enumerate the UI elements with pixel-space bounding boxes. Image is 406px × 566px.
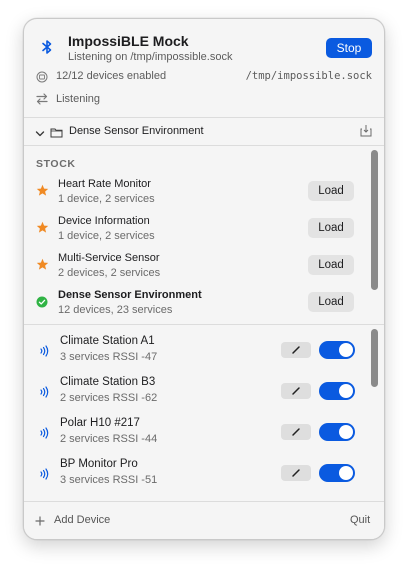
listening-subtitle: Listening on /tmp/impossible.sock <box>68 51 233 63</box>
device-detail: 3 services RSSI -51 <box>60 474 158 486</box>
bluetooth-icon <box>38 38 56 56</box>
stock-item-title: Dense Sensor Environment <box>58 289 202 301</box>
devices-enabled-count: 12/12 devices enabled <box>56 70 167 82</box>
load-button[interactable]: Load <box>308 255 354 275</box>
signal-icon <box>38 467 52 481</box>
device-chip-icon <box>36 70 48 83</box>
list-item: Dense Sensor Environment 12 devices, 23 … <box>24 286 369 322</box>
list-item: Device Information 1 device, 2 services … <box>24 212 369 248</box>
device-detail: 3 services RSSI -47 <box>60 351 158 363</box>
stock-item-title: Device Information <box>58 215 150 227</box>
device-enabled-toggle[interactable] <box>319 464 355 482</box>
list-item: Heart Rate Monitor 1 device, 2 services … <box>24 175 369 211</box>
device-row: BP Monitor Pro 3 services RSSI -51 <box>24 456 369 494</box>
devices-scrollbar-thumb[interactable] <box>371 329 378 387</box>
pencil-icon <box>292 469 300 477</box>
star-icon <box>36 258 49 271</box>
device-enabled-toggle[interactable] <box>319 423 355 441</box>
list-item: Multi-Service Sensor 2 devices, 2 servic… <box>24 249 369 285</box>
device-enabled-toggle[interactable] <box>319 341 355 359</box>
chevron-down-icon[interactable] <box>35 126 45 137</box>
pencil-icon <box>292 387 300 395</box>
quit-button[interactable]: Quit <box>350 514 370 526</box>
menu-bar-panel: ImpossiBLE Mock Listening on /tmp/imposs… <box>23 18 385 540</box>
stock-scrollbar-thumb[interactable] <box>371 150 378 290</box>
stop-button[interactable]: Stop <box>326 38 372 58</box>
device-enabled-toggle[interactable] <box>319 382 355 400</box>
device-detail: 2 services RSSI -62 <box>60 392 158 404</box>
stock-item-detail: 12 devices, 23 services <box>58 304 173 316</box>
stock-section-label: STOCK <box>36 158 76 170</box>
edit-button[interactable] <box>281 383 311 399</box>
pencil-icon <box>292 346 300 354</box>
device-detail: 2 services RSSI -44 <box>60 433 158 445</box>
divider <box>24 145 384 146</box>
pencil-icon <box>292 428 300 436</box>
device-name: Polar H10 #217 <box>60 417 140 429</box>
environment-selector[interactable]: Dense Sensor Environment <box>24 118 384 145</box>
stock-item-title: Heart Rate Monitor <box>58 178 151 190</box>
folder-icon <box>50 125 63 138</box>
toggle-knob <box>339 384 353 398</box>
load-button[interactable]: Load <box>308 292 354 312</box>
stock-item-title: Multi-Service Sensor <box>58 252 160 264</box>
stock-item-detail: 1 device, 2 services <box>58 230 155 242</box>
socket-path: /tmp/impossible.sock <box>245 70 372 82</box>
add-device-button[interactable]: Add Device <box>54 514 110 526</box>
app-title: ImpossiBLE Mock <box>68 33 189 49</box>
checkmark-circle-icon <box>36 295 48 308</box>
star-icon <box>36 221 49 234</box>
stock-item-detail: 1 device, 2 services <box>58 193 155 205</box>
device-name: BP Monitor Pro <box>60 458 138 470</box>
star-icon <box>36 184 49 197</box>
edit-button[interactable] <box>281 342 311 358</box>
device-name: Climate Station A1 <box>60 335 155 347</box>
device-row: Polar H10 #217 2 services RSSI -44 <box>24 415 369 453</box>
divider <box>24 324 384 325</box>
load-button[interactable]: Load <box>308 218 354 238</box>
device-row: Climate Station A1 3 services RSSI -47 <box>24 333 369 371</box>
stock-item-detail: 2 devices, 2 services <box>58 267 161 279</box>
signal-icon <box>38 344 52 358</box>
signal-icon <box>38 426 52 440</box>
plus-icon[interactable] <box>34 514 46 526</box>
toggle-knob <box>339 425 353 439</box>
device-row: Climate Station B3 2 services RSSI -62 <box>24 374 369 412</box>
status-label: Listening <box>56 93 101 105</box>
edit-button[interactable] <box>281 424 311 440</box>
toggle-knob <box>339 466 353 480</box>
environment-name: Dense Sensor Environment <box>69 125 204 137</box>
export-icon[interactable] <box>360 124 372 137</box>
toggle-knob <box>339 343 353 357</box>
load-button[interactable]: Load <box>308 181 354 201</box>
device-name: Climate Station B3 <box>60 376 156 388</box>
edit-button[interactable] <box>281 465 311 481</box>
swap-arrows-icon <box>35 92 49 106</box>
divider <box>24 501 384 502</box>
signal-icon <box>38 385 52 399</box>
